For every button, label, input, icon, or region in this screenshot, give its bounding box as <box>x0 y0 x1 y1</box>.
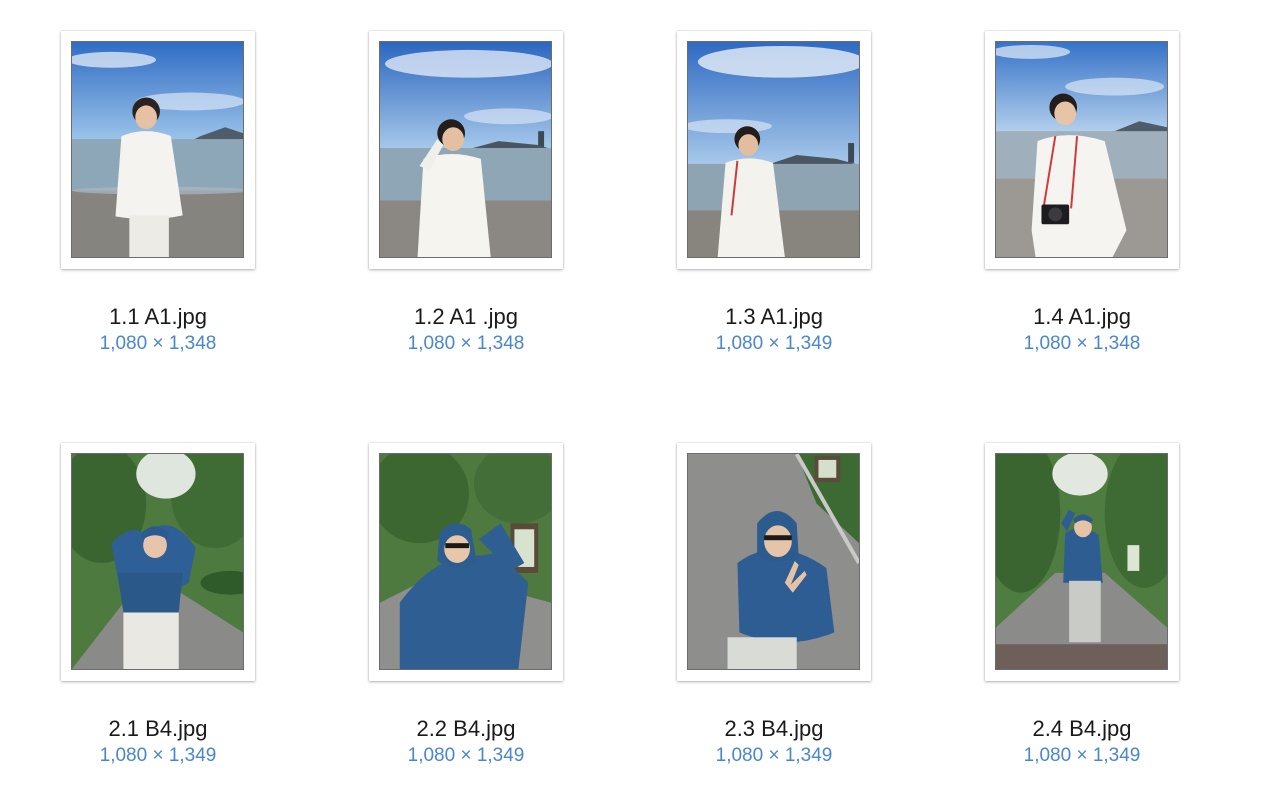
file-dimensions: 1,080 × 1,348 <box>407 333 525 354</box>
file-item[interactable]: 2.2 B4.jpg 1,080 × 1,349 <box>369 443 563 767</box>
file-dimensions: 1,080 × 1,348 <box>99 333 217 354</box>
file-name: 2.4 B4.jpg <box>1032 716 1132 741</box>
file-dimensions: 1,080 × 1,349 <box>407 745 525 766</box>
file-name: 1.1 A1.jpg <box>109 304 207 329</box>
file-name: 1.3 A1.jpg <box>725 304 823 329</box>
file-dimensions: 1,080 × 1,348 <box>1023 333 1141 354</box>
file-dimensions: 1,080 × 1,349 <box>1023 745 1141 766</box>
file-item[interactable]: 2.4 B4.jpg 1,080 × 1,349 <box>985 443 1179 767</box>
file-name: 1.4 A1.jpg <box>1033 304 1131 329</box>
thumbnail-beach-photo[interactable] <box>379 41 552 258</box>
thumbnail-beach-photo[interactable] <box>71 41 244 258</box>
file-grid: 1.1 A1.jpg 1,080 × 1,348 1.2 A1 .jpg 1,0… <box>0 0 1268 808</box>
file-name: 1.2 A1 .jpg <box>414 304 518 329</box>
file-item[interactable]: 1.2 A1 .jpg 1,080 × 1,348 <box>369 31 563 355</box>
file-name: 2.2 B4.jpg <box>416 716 516 741</box>
thumbnail-frame[interactable] <box>369 31 563 269</box>
file-dimensions: 1,080 × 1,349 <box>715 745 833 766</box>
thumbnail-road-photo[interactable] <box>687 453 860 670</box>
file-item[interactable]: 1.4 A1.jpg 1,080 × 1,348 <box>985 31 1179 355</box>
thumbnail-frame[interactable] <box>61 31 255 269</box>
thumbnail-frame[interactable] <box>985 31 1179 269</box>
file-dimensions: 1,080 × 1,349 <box>99 745 217 766</box>
thumbnail-frame[interactable] <box>985 443 1179 681</box>
thumbnail-forest-photo[interactable] <box>995 453 1168 670</box>
file-name: 2.3 B4.jpg <box>724 716 824 741</box>
thumbnail-frame[interactable] <box>677 443 871 681</box>
thumbnail-frame[interactable] <box>677 31 871 269</box>
thumbnail-beach-photo[interactable] <box>995 41 1168 258</box>
thumbnail-beach-photo[interactable] <box>687 41 860 258</box>
thumbnail-forest-photo[interactable] <box>379 453 552 670</box>
file-item[interactable]: 2.1 B4.jpg 1,080 × 1,349 <box>61 443 255 767</box>
thumbnail-frame[interactable] <box>61 443 255 681</box>
file-name: 2.1 B4.jpg <box>108 716 208 741</box>
file-dimensions: 1,080 × 1,349 <box>715 333 833 354</box>
file-item[interactable]: 1.1 A1.jpg 1,080 × 1,348 <box>61 31 255 355</box>
thumbnail-forest-photo[interactable] <box>71 453 244 670</box>
file-item[interactable]: 2.3 B4.jpg 1,080 × 1,349 <box>677 443 871 767</box>
thumbnail-frame[interactable] <box>369 443 563 681</box>
file-item[interactable]: 1.3 A1.jpg 1,080 × 1,349 <box>677 31 871 355</box>
